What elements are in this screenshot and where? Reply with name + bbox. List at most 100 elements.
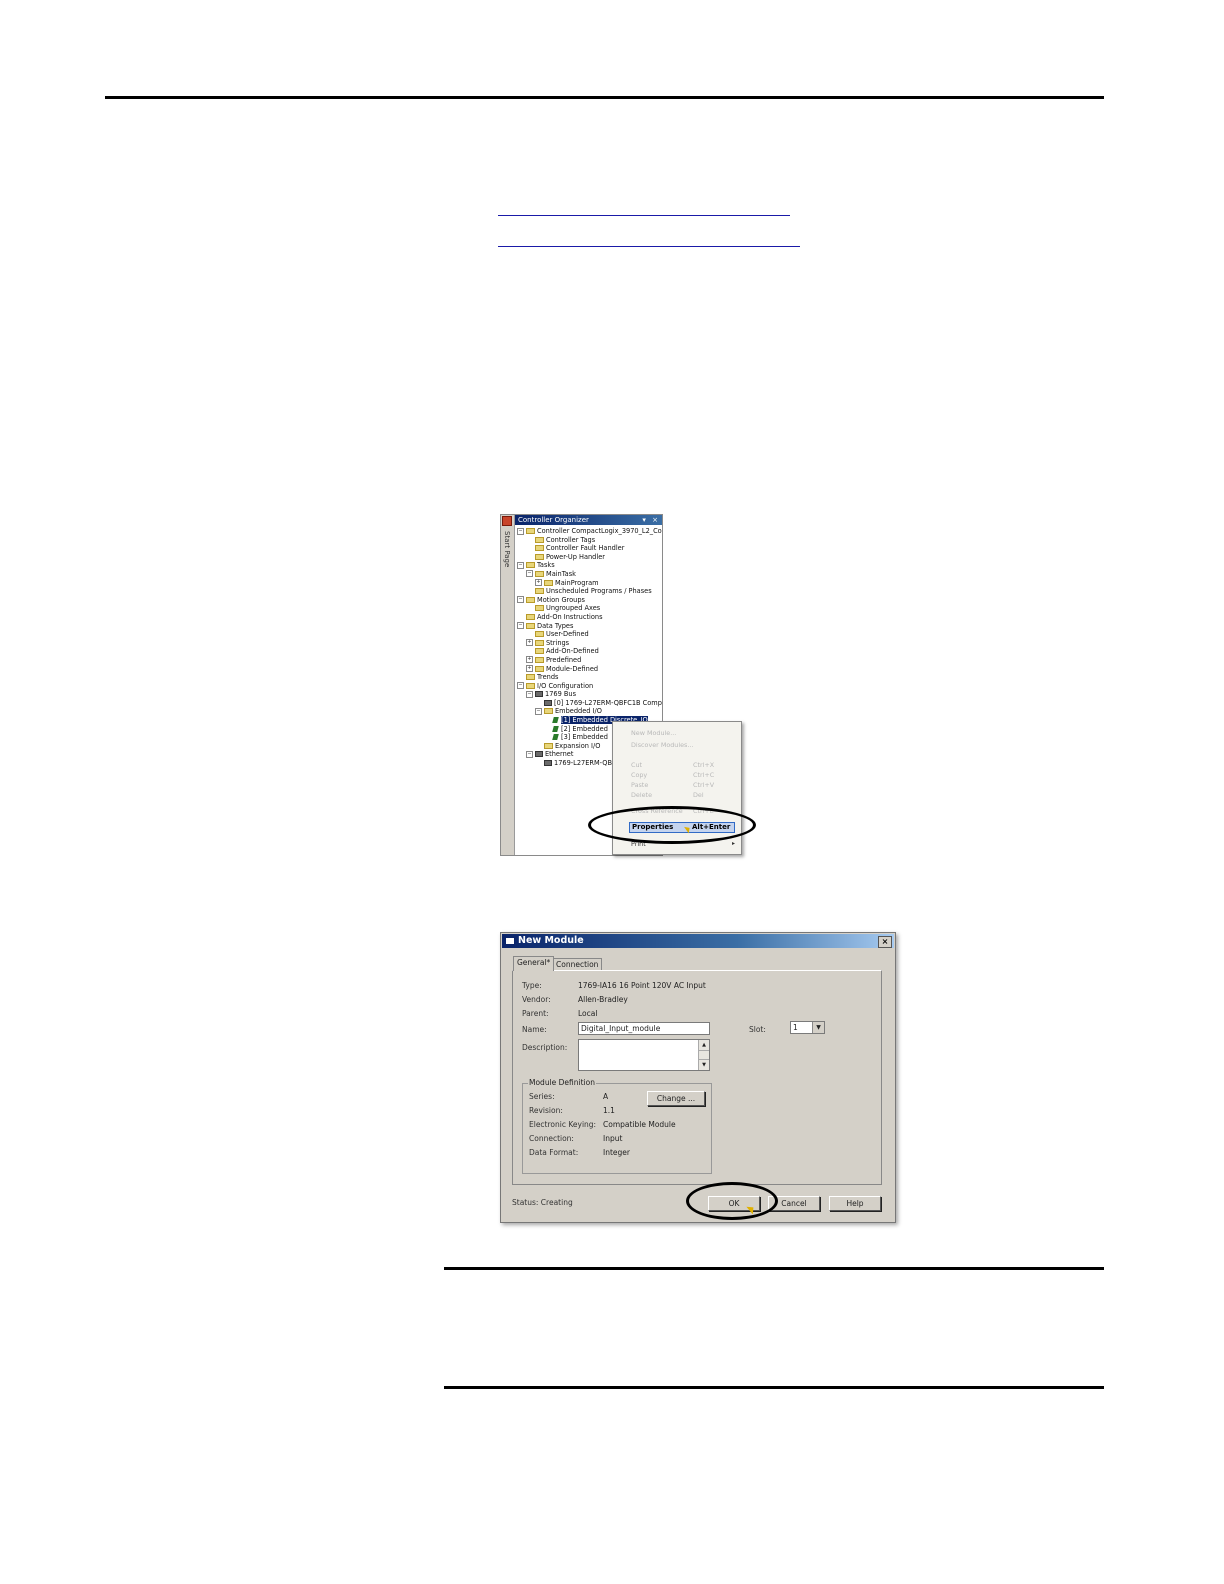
help-button[interactable]: Help bbox=[829, 1196, 881, 1211]
folder-icon bbox=[544, 708, 553, 715]
organizer-title-bar: Controller Organizer ▾ × bbox=[515, 515, 662, 525]
collapse-icon[interactable]: − bbox=[517, 527, 524, 535]
tree-node-label: Add-On-Defined bbox=[546, 647, 599, 656]
folder-icon bbox=[535, 545, 544, 552]
window-icon bbox=[505, 937, 515, 945]
note-top-rule bbox=[444, 1267, 1104, 1270]
link-underline-1[interactable] bbox=[498, 215, 790, 216]
tree-node[interactable]: − Controller CompactLogix_3970_L2_Conf bbox=[517, 527, 662, 536]
properties-highlight-ellipse bbox=[588, 806, 756, 844]
tree-node-label: User-Defined bbox=[546, 630, 589, 639]
folder-icon bbox=[535, 570, 544, 577]
context-menu-item[interactable]: Delete Del bbox=[631, 790, 735, 800]
tree-node[interactable]: Controller Tags bbox=[517, 536, 662, 545]
collapse-icon[interactable]: − bbox=[517, 561, 524, 569]
expand-icon[interactable]: + bbox=[526, 639, 533, 647]
tree-node-label: MainTask bbox=[546, 569, 576, 578]
context-menu-item[interactable]: Discover Modules... bbox=[631, 740, 735, 750]
tree-node[interactable]: − Data Types bbox=[517, 622, 662, 631]
tree-node[interactable]: Controller Fault Handler bbox=[517, 544, 662, 553]
collapse-icon[interactable]: − bbox=[517, 622, 524, 630]
tree-node-label: Ethernet bbox=[545, 750, 574, 759]
collapse-icon[interactable]: − bbox=[526, 750, 533, 758]
tree-node-label: Power-Up Handler bbox=[546, 552, 605, 561]
tree-node[interactable]: Unscheduled Programs / Phases bbox=[517, 587, 662, 596]
context-menu-item[interactable]: Copy Ctrl+C bbox=[631, 770, 735, 780]
start-page-icon bbox=[502, 516, 512, 526]
tree-node-label: Strings bbox=[546, 638, 570, 647]
tree-node-label: Trends bbox=[537, 673, 559, 682]
collapse-icon[interactable]: − bbox=[517, 682, 524, 690]
module-definition-group: Module Definition Series: A Change ... R… bbox=[522, 1078, 712, 1174]
tree-node-label: [0] 1769-L27ERM-QBFC1B Comp bbox=[554, 698, 662, 707]
context-menu-item[interactable]: Cut Ctrl+X bbox=[631, 760, 735, 770]
expand-icon[interactable]: + bbox=[535, 579, 542, 587]
tree-node-label: Tasks bbox=[537, 561, 555, 570]
collapse-icon[interactable]: − bbox=[526, 570, 533, 578]
tree-node[interactable]: − Motion Groups bbox=[517, 596, 662, 605]
tree-node-label: Controller Fault Handler bbox=[546, 544, 625, 553]
tree-node-label: Controller Tags bbox=[546, 535, 596, 544]
type-label: Type: bbox=[522, 981, 542, 990]
vendor-value: Allen-Bradley bbox=[578, 995, 628, 1004]
tree-node[interactable]: + Predefined bbox=[517, 656, 662, 665]
expand-icon[interactable]: + bbox=[526, 665, 533, 672]
series-label: Series: bbox=[529, 1092, 555, 1101]
collapse-icon[interactable]: − bbox=[517, 596, 524, 604]
tree-node[interactable]: Add-On-Defined bbox=[517, 647, 662, 656]
description-input[interactable]: ▲ ▼ bbox=[578, 1039, 710, 1071]
tree-node[interactable]: Ungrouped Axes bbox=[517, 604, 662, 613]
tree-node[interactable]: − I/O Configuration bbox=[517, 682, 662, 691]
collapse-icon[interactable]: − bbox=[535, 707, 542, 715]
dialog-title-bar: New Module × bbox=[502, 934, 894, 948]
start-page-tab-label[interactable]: Start Page bbox=[503, 531, 511, 567]
expand-icon[interactable]: + bbox=[526, 656, 533, 664]
link-underline-2[interactable] bbox=[498, 246, 800, 247]
name-input[interactable]: Digital_Input_module bbox=[578, 1022, 710, 1035]
connection-label: Connection: bbox=[529, 1134, 574, 1143]
tree-node[interactable]: + MainProgram bbox=[517, 579, 662, 588]
tree-node-label: Motion Groups bbox=[537, 595, 585, 604]
tree-node[interactable]: − Embedded I/O bbox=[517, 707, 662, 716]
description-scrollbar[interactable]: ▲ ▼ bbox=[698, 1040, 709, 1070]
slot-label: Slot: bbox=[749, 1025, 766, 1034]
vendor-label: Vendor: bbox=[522, 995, 551, 1004]
close-icon[interactable]: × bbox=[878, 936, 892, 948]
context-menu-item[interactable]: New Module... bbox=[631, 728, 735, 738]
context-menu-item[interactable]: Paste Ctrl+V bbox=[631, 780, 735, 790]
tree-node[interactable]: − Tasks bbox=[517, 561, 662, 570]
parent-value: Local bbox=[578, 1009, 598, 1018]
tab-general[interactable]: General* bbox=[513, 956, 555, 971]
revision-value: 1.1 bbox=[603, 1106, 615, 1115]
change-button[interactable]: Change ... bbox=[647, 1091, 705, 1106]
context-menu-item-shortcut: Ctrl+C bbox=[693, 771, 715, 779]
tree-node[interactable]: Trends bbox=[517, 673, 662, 682]
context-menu-item-label: Delete bbox=[631, 791, 652, 799]
collapse-icon[interactable]: − bbox=[526, 690, 533, 698]
scroll-up-icon[interactable]: ▲ bbox=[699, 1040, 709, 1051]
type-value: 1769-IA16 16 Point 120V AC Input bbox=[578, 981, 706, 990]
organizer-pin-close-icon[interactable]: ▾ × bbox=[642, 515, 660, 525]
tree-node[interactable]: + Module-Defined bbox=[517, 665, 662, 674]
folder-icon bbox=[526, 622, 535, 629]
context-menu-item-shortcut: Ctrl+V bbox=[693, 781, 715, 789]
tree-node[interactable]: Power-Up Handler bbox=[517, 553, 662, 562]
tree-node[interactable]: [0] 1769-L27ERM-QBFC1B Comp bbox=[517, 699, 662, 708]
slot-select[interactable]: 1 ▼ bbox=[790, 1021, 825, 1034]
tree-node[interactable]: − MainTask bbox=[517, 570, 662, 579]
tree-node[interactable]: User-Defined bbox=[517, 630, 662, 639]
tree-node-label: Module-Defined bbox=[546, 664, 599, 673]
tree-node[interactable]: − 1769 Bus bbox=[517, 690, 662, 699]
module-icon bbox=[544, 760, 552, 767]
tree-node[interactable]: + Strings bbox=[517, 639, 662, 648]
name-label: Name: bbox=[522, 1025, 547, 1034]
chevron-down-icon[interactable]: ▼ bbox=[812, 1022, 824, 1033]
context-menu-item-label: Discover Modules... bbox=[631, 741, 694, 749]
folder-icon bbox=[535, 639, 544, 646]
tree-node[interactable]: Add-On Instructions bbox=[517, 613, 662, 622]
scroll-down-icon[interactable]: ▼ bbox=[699, 1059, 709, 1070]
slot-value: 1 bbox=[793, 1023, 798, 1032]
folder-icon bbox=[526, 562, 535, 569]
start-page-strip[interactable]: Start Page bbox=[501, 515, 515, 855]
new-module-dialog: New Module × General* Connection Type: 1… bbox=[500, 932, 896, 1223]
